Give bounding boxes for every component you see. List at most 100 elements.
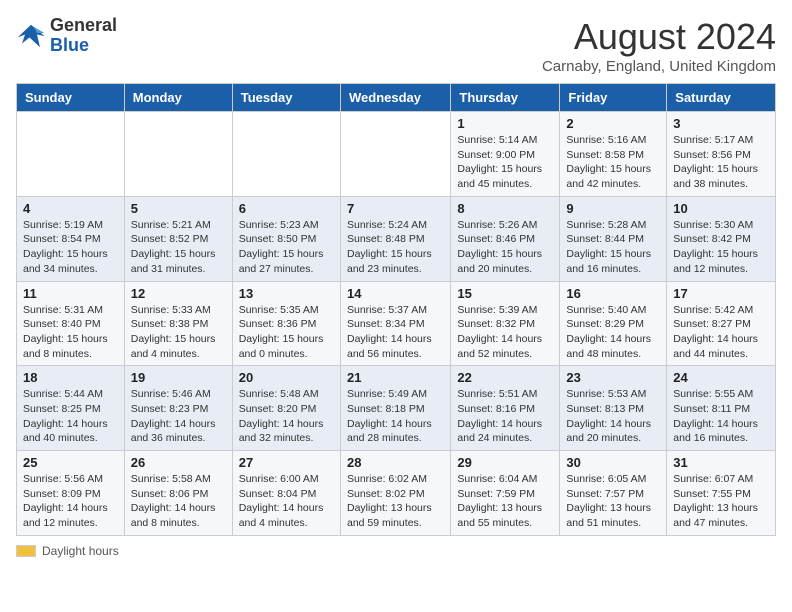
day-info: Sunrise: 5:48 AMSunset: 8:20 PMDaylight:… [239,387,334,446]
calendar-week-row: 18 Sunrise: 5:44 AMSunset: 8:25 PMDayligh… [17,366,776,451]
calendar-cell: 17 Sunrise: 5:42 AMSunset: 8:27 PMDayligh… [667,281,776,366]
calendar-cell: 30 Sunrise: 6:05 AMSunset: 7:57 PMDayligh… [560,451,667,536]
day-info: Sunrise: 5:19 AMSunset: 8:54 PMDaylight:… [23,218,118,277]
calendar-cell: 2 Sunrise: 5:16 AMSunset: 8:58 PMDaylight… [560,112,667,197]
calendar-cell [17,112,125,197]
logo: General Blue [16,16,117,56]
day-info: Sunrise: 6:05 AMSunset: 7:57 PMDaylight:… [566,472,660,531]
day-number: 14 [347,286,444,301]
calendar-header-saturday: Saturday [667,84,776,112]
calendar-cell: 13Sunrise: 5:35 AMSunset: 8:36 PMDayligh… [232,281,340,366]
day-number: 10 [673,201,769,216]
calendar-cell: 7 Sunrise: 5:24 AMSunset: 8:48 PMDaylight… [340,196,450,281]
day-number: 18 [23,370,118,385]
day-info: Sunrise: 6:07 AMSunset: 7:55 PMDaylight:… [673,472,769,531]
day-info: Sunrise: 5:31 AMSunset: 8:40 PMDaylight:… [23,303,118,362]
day-info: Sunrise: 5:40 AMSunset: 8:29 PMDaylight:… [566,303,660,362]
day-number: 20 [239,370,334,385]
day-info: Sunrise: 5:17 AMSunset: 8:56 PMDaylight:… [673,133,769,192]
day-info: Sunrise: 5:21 AMSunset: 8:52 PMDaylight:… [131,218,226,277]
day-number: 26 [131,455,226,470]
day-number: 15 [457,286,553,301]
calendar-cell [232,112,340,197]
calendar-cell [124,112,232,197]
day-info: Sunrise: 6:00 AMSunset: 8:04 PMDaylight:… [239,472,334,531]
calendar-week-row: 25Sunrise: 5:56 AMSunset: 8:09 PMDayligh… [17,451,776,536]
location-label: Carnaby, England, United Kingdom [542,58,776,75]
day-info: Sunrise: 5:42 AMSunset: 8:27 PMDaylight:… [673,303,769,362]
day-number: 28 [347,455,444,470]
day-number: 3 [673,116,769,131]
day-number: 22 [457,370,553,385]
calendar-header-thursday: Thursday [451,84,560,112]
calendar-cell: 22 Sunrise: 5:51 AMSunset: 8:16 PMDayligh… [451,366,560,451]
calendar-header-tuesday: Tuesday [232,84,340,112]
calendar-cell: 16 Sunrise: 5:40 AMSunset: 8:29 PMDayligh… [560,281,667,366]
calendar-cell: 19Sunrise: 5:46 AMSunset: 8:23 PMDayligh… [124,366,232,451]
calendar-header-row: SundayMondayTuesdayWednesdayThursdayFrid… [17,84,776,112]
day-number: 11 [23,286,118,301]
calendar-cell: 23Sunrise: 5:53 AMSunset: 8:13 PMDayligh… [560,366,667,451]
day-number: 27 [239,455,334,470]
calendar-header-sunday: Sunday [17,84,125,112]
legend-area: Daylight hours [16,544,776,558]
day-info: Sunrise: 5:58 AMSunset: 8:06 PMDaylight:… [131,472,226,531]
day-number: 2 [566,116,660,131]
month-year-title: August 2024 [542,16,776,58]
day-info: Sunrise: 5:16 AMSunset: 8:58 PMDaylight:… [566,133,660,192]
calendar-header-monday: Monday [124,84,232,112]
calendar-cell: 4Sunrise: 5:19 AMSunset: 8:54 PMDaylight… [17,196,125,281]
calendar-cell: 31 Sunrise: 6:07 AMSunset: 7:55 PMDayligh… [667,451,776,536]
day-info: Sunrise: 5:28 AMSunset: 8:44 PMDaylight:… [566,218,660,277]
calendar-cell: 26 Sunrise: 5:58 AMSunset: 8:06 PMDayligh… [124,451,232,536]
day-number: 16 [566,286,660,301]
day-number: 21 [347,370,444,385]
day-number: 29 [457,455,553,470]
calendar-cell: 9 Sunrise: 5:28 AMSunset: 8:44 PMDaylight… [560,196,667,281]
logo-text: General Blue [50,16,117,56]
day-info: Sunrise: 5:44 AMSunset: 8:25 PMDaylight:… [23,387,118,446]
day-number: 7 [347,201,444,216]
calendar-cell: 21 Sunrise: 5:49 AMSunset: 8:18 PMDayligh… [340,366,450,451]
calendar-cell: 6Sunrise: 5:23 AMSunset: 8:50 PMDaylight… [232,196,340,281]
calendar-cell: 11 Sunrise: 5:31 AMSunset: 8:40 PMDayligh… [17,281,125,366]
day-number: 9 [566,201,660,216]
day-number: 5 [131,201,226,216]
calendar-header-wednesday: Wednesday [340,84,450,112]
day-number: 19 [131,370,226,385]
day-number: 13 [239,286,334,301]
legend-label: Daylight hours [42,544,119,558]
calendar-cell: 3 Sunrise: 5:17 AMSunset: 8:56 PMDaylight… [667,112,776,197]
day-info: Sunrise: 5:23 AMSunset: 8:50 PMDaylight:… [239,218,334,277]
day-info: Sunrise: 5:55 AMSunset: 8:11 PMDaylight:… [673,387,769,446]
day-info: Sunrise: 5:24 AMSunset: 8:48 PMDaylight:… [347,218,444,277]
day-info: Sunrise: 6:04 AMSunset: 7:59 PMDaylight:… [457,472,553,531]
calendar-cell: 27 Sunrise: 6:00 AMSunset: 8:04 PMDayligh… [232,451,340,536]
calendar-cell: 18 Sunrise: 5:44 AMSunset: 8:25 PMDayligh… [17,366,125,451]
calendar-cell: 28 Sunrise: 6:02 AMSunset: 8:02 PMDayligh… [340,451,450,536]
day-info: Sunrise: 5:37 AMSunset: 8:34 PMDaylight:… [347,303,444,362]
calendar-week-row: 4Sunrise: 5:19 AMSunset: 8:54 PMDaylight… [17,196,776,281]
calendar-cell [340,112,450,197]
calendar-cell: 25Sunrise: 5:56 AMSunset: 8:09 PMDayligh… [17,451,125,536]
day-info: Sunrise: 5:49 AMSunset: 8:18 PMDaylight:… [347,387,444,446]
day-info: Sunrise: 6:02 AMSunset: 8:02 PMDaylight:… [347,472,444,531]
day-number: 17 [673,286,769,301]
day-number: 31 [673,455,769,470]
day-info: Sunrise: 5:39 AMSunset: 8:32 PMDaylight:… [457,303,553,362]
calendar-cell: 10Sunrise: 5:30 AMSunset: 8:42 PMDayligh… [667,196,776,281]
calendar-cell: 14 Sunrise: 5:37 AMSunset: 8:34 PMDayligh… [340,281,450,366]
calendar-header-friday: Friday [560,84,667,112]
day-info: Sunrise: 5:51 AMSunset: 8:16 PMDaylight:… [457,387,553,446]
calendar-table: SundayMondayTuesdayWednesdayThursdayFrid… [16,83,776,536]
day-number: 30 [566,455,660,470]
calendar-cell: 8Sunrise: 5:26 AMSunset: 8:46 PMDaylight… [451,196,560,281]
day-number: 24 [673,370,769,385]
calendar-cell: 15 Sunrise: 5:39 AMSunset: 8:32 PMDayligh… [451,281,560,366]
calendar-week-row: 1Sunrise: 5:14 AMSunset: 9:00 PMDaylight… [17,112,776,197]
day-info: Sunrise: 5:56 AMSunset: 8:09 PMDaylight:… [23,472,118,531]
calendar-cell: 24 Sunrise: 5:55 AMSunset: 8:11 PMDayligh… [667,366,776,451]
title-area: August 2024 Carnaby, England, United Kin… [542,16,776,75]
day-info: Sunrise: 5:33 AMSunset: 8:38 PMDaylight:… [131,303,226,362]
calendar-cell: 20 Sunrise: 5:48 AMSunset: 8:20 PMDayligh… [232,366,340,451]
